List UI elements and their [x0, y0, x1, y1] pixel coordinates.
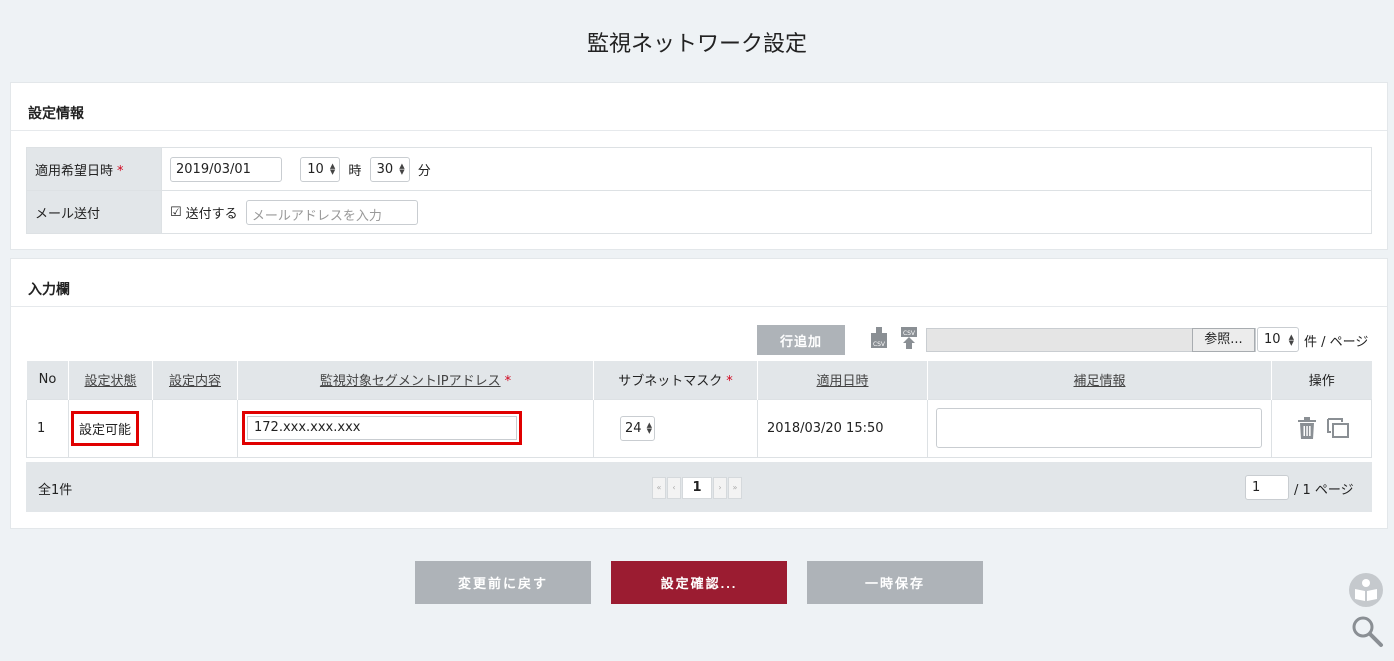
required-mark: *	[726, 374, 733, 390]
spinner-icon: ▲ ▼	[329, 162, 336, 176]
revert-button[interactable]: 変更前に戻す	[415, 561, 591, 604]
per-page-select[interactable]: 10 ▲ ▼	[1257, 327, 1299, 352]
prev-page-icon[interactable]: ‹	[667, 477, 681, 499]
required-mark: *	[504, 374, 512, 390]
column-header-ip[interactable]: 監視対象セグメントIPアドレス *	[237, 361, 594, 399]
svg-text:CSV: CSV	[873, 341, 886, 348]
copy-icon[interactable]	[1327, 418, 1350, 438]
settings-panel: 設定情報 適用希望日時 * 2019/03/01 10 ▲ ▼ 時 30 ▲ ▼ 分 メー…	[10, 82, 1388, 250]
mask-select[interactable]: 24 ▲ ▼	[620, 415, 655, 441]
ip-input-highlight: 172.xxx.xxx.xxx	[242, 411, 522, 445]
send-checkbox-label: 送付する	[185, 206, 238, 222]
data-table: No 設定状態 設定内容 監視対象セグメントIPアドレス * サブネットマスク * …	[26, 361, 1372, 458]
confirm-button[interactable]: 設定確認...	[611, 561, 787, 604]
page-total: / 1 ページ	[1294, 483, 1354, 498]
table-header-row: No 設定状態 設定内容 監視対象セグメントIPアドレス * サブネットマスク * …	[26, 361, 1372, 399]
browse-button[interactable]: 参照...	[1192, 328, 1255, 352]
spinner-icon: ▲ ▼	[1288, 332, 1294, 347]
page-number-input[interactable]: 1	[1245, 475, 1289, 500]
svg-text:CSV: CSV	[903, 330, 916, 337]
csv-upload-icon[interactable]: CSV	[900, 327, 918, 349]
row-no: 1	[26, 398, 69, 458]
column-header-mask: サブネットマスク *	[593, 361, 758, 399]
row-content	[152, 398, 238, 458]
send-checkbox[interactable]: ☑	[170, 205, 182, 220]
grid-toolbar: 行追加 CSV CSV 参照... 10 ▲ ▼ 件 / ページ	[11, 325, 1387, 357]
hour-select[interactable]: 10 ▲ ▼	[300, 156, 341, 182]
current-page[interactable]: 1	[682, 477, 712, 499]
input-heading: 入力欄	[11, 259, 1387, 307]
file-path-field[interactable]: 参照...	[926, 328, 1256, 352]
table-footer: 全1件 « ‹ 1 › » 1 / 1 ページ	[26, 462, 1372, 512]
column-header-status[interactable]: 設定状態	[68, 361, 153, 399]
trash-icon[interactable]	[1297, 417, 1317, 439]
table-row: 1 設定可能 172.xxx.xxx.xxx 24 ▲ ▼ 2018/03/20 1…	[26, 398, 1372, 458]
first-page-icon[interactable]: «	[652, 477, 666, 499]
date-input[interactable]: 2019/03/01	[170, 156, 282, 182]
column-header-applied[interactable]: 適用日時	[757, 361, 928, 399]
add-row-button[interactable]: 行追加	[757, 325, 845, 355]
hour-unit: 時	[348, 163, 362, 179]
note-textarea[interactable]	[936, 408, 1262, 448]
minute-select[interactable]: 30 ▲ ▼	[369, 156, 410, 182]
column-header-content[interactable]: 設定内容	[152, 361, 238, 399]
spinner-icon: ▲ ▼	[399, 162, 405, 176]
column-header-actions: 操作	[1271, 361, 1372, 399]
page-title: 監視ネットワーク設定	[586, 32, 807, 57]
next-page-icon[interactable]: ›	[713, 477, 727, 499]
row-applied: 2018/03/20 15:50	[757, 398, 928, 458]
mail-label: メール送付	[26, 190, 162, 234]
ip-input[interactable]: 172.xxx.xxx.xxx	[247, 416, 517, 440]
settings-form: 適用希望日時 * 2019/03/01 10 ▲ ▼ 時 30 ▲ ▼ 分 メール送付 ☑…	[26, 147, 1372, 234]
search-icon[interactable]	[1350, 614, 1384, 648]
csv-download-icon[interactable]: CSV	[870, 327, 888, 349]
manual-icon[interactable]	[1348, 572, 1384, 608]
settings-heading: 設定情報	[11, 83, 1387, 131]
row-status: 設定可能	[71, 410, 140, 446]
spinner-icon: ▲ ▼	[646, 421, 652, 435]
apply-datetime-label: 適用希望日時 *	[26, 147, 162, 191]
minute-unit: 分	[417, 163, 431, 179]
column-header-no: No	[26, 361, 69, 399]
total-count: 全1件	[38, 483, 73, 498]
temp-save-button[interactable]: 一時保存	[807, 561, 983, 604]
required-mark: *	[117, 163, 124, 179]
last-page-icon[interactable]: »	[728, 477, 742, 499]
input-panel: 入力欄 行追加 CSV CSV 参照... 10 ▲ ▼ 件 / ページ No 設定…	[10, 258, 1388, 529]
pagination: « ‹ 1 › »	[652, 477, 742, 499]
column-header-note[interactable]: 補足情報	[927, 361, 1272, 399]
per-page-unit: 件 / ページ	[1304, 335, 1369, 350]
mail-input[interactable]: メールアドレスを入力	[245, 199, 418, 225]
